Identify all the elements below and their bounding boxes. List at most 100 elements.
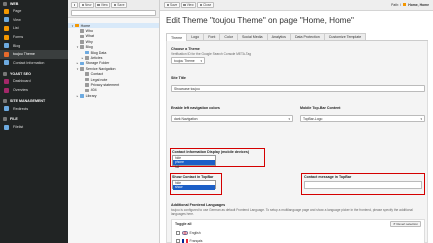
- language-option-english[interactable]: English: [176, 231, 201, 235]
- option-full[interactable]: full: [173, 165, 215, 169]
- tab-logo[interactable]: Logo: [186, 33, 205, 40]
- tree-node-label: Home: [80, 23, 91, 28]
- frontend-languages-label: Additional Frontend Languages: [171, 203, 226, 207]
- tab-font[interactable]: Font: [203, 33, 221, 40]
- save-button[interactable]: Save: [164, 2, 180, 8]
- page-icon: [80, 61, 84, 66]
- theme-select[interactable]: toujou Theme ▾: [171, 57, 205, 64]
- module-item-overview[interactable]: Overview: [0, 86, 68, 95]
- tab-data-protection[interactable]: Data Protection: [289, 33, 325, 40]
- module-menu: WEB Page View List Forms Blog toujou Theme Cont…: [0, 0, 68, 243]
- tree-node-library[interactable]: ▸ Library: [68, 93, 159, 98]
- tree-node-label: Library: [85, 93, 97, 98]
- toggle-all-label[interactable]: Toggle all: [175, 222, 192, 226]
- overview-icon: [4, 87, 9, 93]
- close-icon: [199, 3, 203, 7]
- tree-toggle-icon[interactable]: ▸: [81, 56, 84, 60]
- main-content: Edit Theme "toujou Theme" on page "Home,…: [160, 11, 433, 243]
- module-item-toujou-theme[interactable]: toujou Theme: [0, 49, 68, 59]
- module-item-label: Forms: [13, 35, 24, 40]
- tree-view-button[interactable]: View: [94, 2, 111, 8]
- page-icon: [85, 56, 89, 60]
- module-item-label: Overview: [13, 88, 28, 93]
- site-title-input[interactable]: Showcase toujou: [171, 85, 425, 92]
- page-icon: [80, 93, 84, 98]
- breadcrumb-label: Path: /: [391, 3, 401, 7]
- module-item-label: Filelist: [13, 125, 24, 130]
- group-collapse-icon: [3, 98, 7, 103]
- tab-social-media[interactable]: Social Media: [236, 33, 268, 40]
- tab-customize-template[interactable]: Customize Template: [323, 33, 367, 40]
- module-item-filelist[interactable]: Filelist: [0, 123, 68, 132]
- tree-node-label: What: [85, 34, 94, 39]
- view-button[interactable]: View: [180, 2, 197, 8]
- menu-group-file[interactable]: FILE: [0, 116, 68, 123]
- save-icon: [166, 3, 169, 7]
- module-item-page[interactable]: Page: [0, 7, 68, 16]
- tree-toggle-icon[interactable]: ▸: [76, 61, 79, 65]
- redirects-icon: [4, 106, 9, 112]
- module-item-label: Blog: [13, 43, 21, 48]
- module-item-forms[interactable]: Forms: [0, 33, 68, 42]
- new-page-button[interactable]: [71, 2, 78, 8]
- uk-flag-icon: [181, 231, 188, 235]
- tree-toggle-icon[interactable]: ▾: [71, 24, 74, 28]
- frontend-languages-description: toujou is configured to use German as de…: [171, 208, 413, 216]
- page-title: Edit Theme "toujou Theme" on page "Home,…: [166, 16, 354, 25]
- tab-analytics[interactable]: Analytics: [266, 33, 291, 40]
- page-add-icon: [81, 3, 84, 7]
- menu-group-site-management[interactable]: SITE MANAGEMENT: [0, 97, 68, 104]
- blog-icon: [4, 43, 9, 49]
- chevron-down-icon: ▾: [200, 58, 202, 63]
- contact-icon: [4, 60, 9, 66]
- page-icon: [75, 23, 79, 28]
- tree-node-label: Service Navigation: [85, 66, 116, 71]
- contact-message-label: Contact message in TopBar: [304, 175, 352, 179]
- page-tree-toolbar: New View Save: [68, 0, 159, 18]
- tree-toggle-icon[interactable]: ▸: [76, 94, 79, 98]
- tree-toggle-icon[interactable]: ▾: [76, 45, 79, 49]
- close-button[interactable]: Close: [197, 2, 214, 8]
- module-item-redirects[interactable]: Redirects: [0, 104, 68, 113]
- tree-toggle-icon[interactable]: ▾: [76, 67, 79, 71]
- tree-save-button[interactable]: Save: [111, 2, 128, 8]
- contact-message-input[interactable]: [304, 181, 422, 189]
- group-collapse-icon: [3, 1, 7, 6]
- option-show[interactable]: show: [173, 185, 215, 190]
- module-item-contact-information[interactable]: Contact Information: [0, 59, 68, 68]
- module-item-blog[interactable]: Blog: [0, 41, 68, 50]
- page-icon: [85, 77, 89, 82]
- left-nav-colors-select[interactable]: dark Navigation ▾: [171, 115, 293, 122]
- tree-node-label: Blog Data: [90, 50, 107, 55]
- page-icon: [80, 40, 84, 44]
- doc-header: Save View Close Path: / Home, Home: [160, 0, 433, 11]
- menu-group-label: FILE: [10, 117, 18, 122]
- mobile-topbar-select[interactable]: TopBar-Logo ▾: [300, 115, 425, 122]
- group-collapse-icon: [3, 71, 7, 76]
- menu-group-web[interactable]: WEB: [0, 0, 68, 7]
- checkbox[interactable]: [176, 231, 180, 235]
- breadcrumb: Path: / Home, Home: [391, 3, 433, 7]
- list-icon: [4, 25, 9, 31]
- tab-bar: Theme Logo Font Color Social Media Analytics D…: [166, 33, 428, 42]
- tree-node-label: Contact: [90, 72, 103, 77]
- show-contact-listbox[interactable]: hide show: [172, 180, 216, 190]
- module-item-label: Dashboard: [13, 79, 31, 84]
- language-option-french[interactable]: Français: [176, 239, 203, 243]
- tree-new-button[interactable]: New: [79, 2, 94, 8]
- contact-display-listbox[interactable]: hide phone full: [172, 155, 216, 169]
- module-item-label: View: [13, 17, 21, 22]
- page-icon: [80, 45, 84, 50]
- tab-color[interactable]: Color: [219, 33, 238, 40]
- tree-filter-input[interactable]: [71, 10, 156, 16]
- choose-theme-label: Choose a Theme: [171, 47, 200, 51]
- module-item-list[interactable]: List: [0, 24, 68, 33]
- group-collapse-icon: [3, 117, 7, 122]
- checkbox[interactable]: [176, 239, 180, 243]
- view-icon: [4, 17, 9, 23]
- module-item-view[interactable]: View: [0, 16, 68, 25]
- revert-selection-button[interactable]: ↺ Revert selection: [389, 221, 421, 227]
- menu-group-yoast-seo[interactable]: YOAST SEO: [0, 70, 68, 77]
- module-item-dashboard[interactable]: Dashboard: [0, 77, 68, 86]
- breadcrumb-page[interactable]: Home, Home: [408, 3, 429, 7]
